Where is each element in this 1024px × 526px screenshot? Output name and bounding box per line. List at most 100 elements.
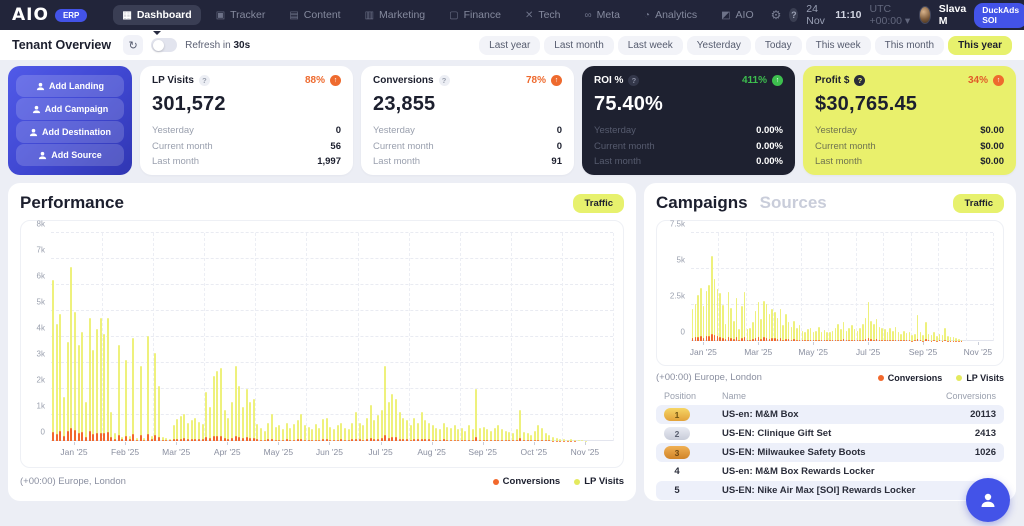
lp-visits-bar[interactable] — [241, 407, 244, 441]
conversions-bar[interactable] — [435, 439, 438, 441]
lp-visits-bar[interactable] — [782, 325, 784, 341]
lp-visits-bar[interactable] — [406, 420, 409, 441]
conversions-bar[interactable] — [165, 440, 168, 441]
conversions-bar[interactable] — [941, 340, 944, 341]
conversions-bar[interactable] — [212, 436, 215, 441]
lp-visits-bar[interactable] — [431, 425, 434, 441]
lp-visits-bar[interactable] — [365, 417, 368, 441]
conversions-bar[interactable] — [845, 340, 848, 341]
lp-visits-bar[interactable] — [752, 322, 754, 341]
lp-visits-bar[interactable] — [519, 409, 522, 441]
lp-visits-bar[interactable] — [55, 324, 58, 441]
filter-today[interactable]: Today — [754, 35, 802, 55]
conversions-bar[interactable] — [322, 439, 325, 441]
conversions-bar[interactable] — [260, 439, 263, 441]
conversions-bar[interactable] — [198, 439, 201, 441]
conversions-bar[interactable] — [889, 339, 891, 341]
conversions-bar[interactable] — [859, 339, 861, 341]
support-fab-button[interactable] — [966, 478, 1010, 522]
conversions-bar[interactable] — [117, 434, 120, 441]
conversions-bar[interactable] — [823, 340, 826, 341]
lp-visits-bar[interactable] — [697, 294, 699, 341]
conversions-bar[interactable] — [311, 439, 314, 441]
table-row[interactable]: 1 US-en: M&M Box 20113 — [656, 405, 1004, 424]
lp-visits-bar[interactable] — [711, 256, 713, 341]
lp-visits-bar[interactable] — [376, 415, 379, 441]
lp-visits-bar[interactable] — [278, 425, 281, 441]
conversions-bar[interactable] — [851, 339, 853, 341]
conversions-bar[interactable] — [384, 434, 387, 441]
lp-visits-bar[interactable] — [336, 425, 339, 441]
help-icon[interactable]: ? — [628, 75, 640, 86]
lp-visits-bar[interactable] — [227, 417, 230, 441]
gear-icon[interactable]: ⚙ — [771, 8, 782, 22]
lp-visits-bar[interactable] — [95, 329, 98, 441]
conversions-bar[interactable] — [826, 340, 828, 341]
conversions-bar[interactable] — [711, 333, 713, 341]
lp-visits-bar[interactable] — [92, 350, 95, 441]
lp-visits-bar[interactable] — [537, 425, 540, 441]
conversions-bar[interactable] — [914, 340, 916, 341]
conversions-bar[interactable] — [274, 439, 277, 441]
conversions-bar[interactable] — [417, 439, 420, 441]
help-icon[interactable]: ? — [789, 8, 799, 22]
lp-visits-bar[interactable] — [369, 404, 372, 441]
conversions-bar[interactable] — [157, 437, 160, 441]
conversions-bar[interactable] — [903, 340, 905, 341]
lp-visits-bar[interactable] — [274, 426, 277, 441]
nav-item-marketing[interactable]: ▥ Marketing — [356, 5, 435, 25]
conversions-bar[interactable] — [150, 439, 153, 441]
conversions-bar[interactable] — [161, 439, 164, 441]
conversions-bar[interactable] — [818, 339, 820, 341]
conversions-bar[interactable] — [760, 338, 762, 341]
help-icon[interactable]: ? — [198, 75, 210, 86]
filter-this-year[interactable]: This year — [948, 35, 1012, 55]
conversions-bar[interactable] — [234, 435, 237, 441]
lp-visits-bar[interactable] — [322, 418, 325, 441]
lp-visits-bar[interactable] — [52, 279, 55, 441]
conversions-bar[interactable] — [336, 439, 339, 441]
tab-sources[interactable]: Sources — [760, 193, 827, 213]
lp-visits-bar[interactable] — [785, 313, 787, 341]
lp-visits-bar[interactable] — [446, 426, 449, 441]
conversions-bar[interactable] — [52, 431, 55, 441]
conversions-bar[interactable] — [66, 431, 69, 441]
conversions-bar[interactable] — [881, 339, 883, 341]
table-row[interactable]: 4 US-en: M&M Box Rewards Locker — [656, 462, 1004, 481]
conversions-bar[interactable] — [468, 439, 471, 441]
conversions-bar[interactable] — [848, 339, 850, 341]
lp-visits-bar[interactable] — [875, 319, 878, 341]
lp-visits-bar[interactable] — [395, 399, 398, 441]
conversions-bar[interactable] — [73, 430, 76, 441]
conversions-bar[interactable] — [700, 335, 702, 341]
conversions-bar[interactable] — [790, 339, 793, 341]
conversions-bar[interactable] — [763, 337, 765, 341]
conversions-bar[interactable] — [106, 431, 109, 441]
conversions-bar[interactable] — [95, 432, 98, 441]
conversions-bar[interactable] — [500, 439, 503, 441]
lp-visits-bar[interactable] — [271, 413, 274, 441]
conversions-bar[interactable] — [519, 438, 522, 441]
conversions-bar[interactable] — [333, 439, 336, 441]
conversions-bar[interactable] — [716, 336, 719, 341]
conversions-bar[interactable] — [533, 440, 536, 441]
conversions-bar[interactable] — [493, 439, 496, 441]
lp-visits-bar[interactable] — [117, 344, 120, 441]
lp-visits-bar[interactable] — [230, 402, 233, 441]
add-source-button[interactable]: Add Source — [16, 144, 124, 166]
lp-visits-bar[interactable] — [730, 307, 732, 341]
lp-visits-bar[interactable] — [774, 312, 776, 341]
conversions-bar[interactable] — [511, 440, 514, 441]
lp-visits-bar[interactable] — [73, 312, 76, 441]
lp-visits-bar[interactable] — [867, 302, 870, 341]
lp-visits-bar[interactable] — [482, 426, 485, 441]
lp-visits-bar[interactable] — [296, 420, 299, 441]
conversions-bar[interactable] — [282, 439, 284, 441]
conversions-bar[interactable] — [919, 340, 922, 341]
conversions-bar[interactable] — [358, 439, 361, 441]
lp-visits-bar[interactable] — [402, 417, 405, 441]
lp-visits-bar[interactable] — [878, 326, 880, 341]
conversions-bar[interactable] — [227, 438, 230, 441]
filter-this-week[interactable]: This week — [805, 35, 871, 55]
conversions-bar[interactable] — [344, 439, 347, 441]
